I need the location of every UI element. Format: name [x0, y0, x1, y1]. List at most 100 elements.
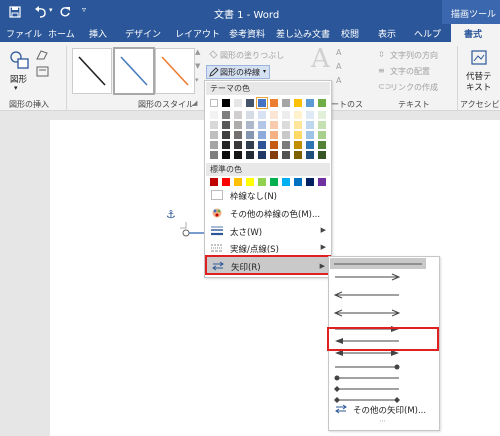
alt-text-icon[interactable] — [470, 49, 488, 67]
theme-shade-swatch[interactable] — [294, 111, 302, 119]
tab-review[interactable]: 校閲 — [341, 27, 359, 40]
standard-color-swatch[interactable] — [318, 178, 326, 186]
more-outline-colors-item[interactable]: その他の枠線の色(M)... — [206, 205, 330, 221]
theme-shade-swatch[interactable] — [222, 131, 230, 139]
theme-shade-swatch[interactable] — [306, 131, 314, 139]
gallery-down-icon[interactable]: ▼ — [195, 62, 200, 70]
gallery-more-icon[interactable]: ▾ — [195, 76, 199, 84]
align-text-button[interactable]: 文字の配置 — [390, 66, 430, 77]
resize-grip-icon[interactable]: ⋯ — [379, 417, 386, 425]
theme-shade-swatch[interactable] — [246, 151, 254, 159]
shapes-dropdown-icon[interactable]: ▾ — [14, 84, 18, 92]
no-outline-item[interactable]: 枠線なし(N) — [206, 187, 330, 203]
theme-shade-swatch[interactable] — [222, 141, 230, 149]
standard-color-swatch[interactable] — [222, 178, 230, 186]
theme-shade-swatch[interactable] — [282, 111, 290, 119]
theme-shade-swatch[interactable] — [306, 121, 314, 129]
style-swatch-black[interactable] — [72, 48, 112, 94]
theme-shade-swatch[interactable] — [318, 141, 326, 149]
theme-shade-swatch[interactable] — [282, 131, 290, 139]
arrow-option-diamond-start[interactable] — [334, 386, 399, 392]
tab-layout[interactable]: レイアウト — [175, 27, 220, 40]
tab-home[interactable]: ホーム — [48, 27, 75, 40]
standard-color-swatch[interactable] — [306, 178, 314, 186]
standard-color-swatch[interactable] — [294, 178, 302, 186]
theme-shade-swatch[interactable] — [294, 131, 302, 139]
theme-shade-swatch[interactable] — [306, 111, 314, 119]
theme-shade-swatch[interactable] — [246, 111, 254, 119]
theme-shade-swatch[interactable] — [282, 141, 290, 149]
theme-shade-swatch[interactable] — [258, 141, 266, 149]
redo-icon[interactable] — [59, 6, 71, 18]
theme-shade-swatch[interactable] — [318, 131, 326, 139]
theme-shade-swatch[interactable] — [270, 111, 278, 119]
theme-color-swatch[interactable] — [246, 99, 254, 107]
create-link-button[interactable]: リンクの作成 — [390, 82, 438, 93]
theme-shade-swatch[interactable] — [222, 121, 230, 129]
text-outline-icon[interactable]: A — [336, 62, 341, 71]
theme-shade-swatch[interactable] — [258, 121, 266, 129]
wordart-a-icon[interactable]: A — [311, 44, 330, 74]
theme-color-swatch[interactable] — [222, 99, 230, 107]
more-arrows-item[interactable]: その他の矢印(M)... — [353, 404, 426, 416]
theme-shade-swatch[interactable] — [282, 121, 290, 129]
theme-shade-swatch[interactable] — [222, 151, 230, 159]
theme-shade-swatch[interactable] — [210, 131, 218, 139]
shapes-button[interactable]: 図形 — [10, 73, 27, 85]
theme-shade-swatch[interactable] — [294, 141, 302, 149]
theme-color-swatch[interactable] — [256, 97, 268, 109]
theme-shade-swatch[interactable] — [222, 111, 230, 119]
arrow-option-none-highlighted[interactable] — [330, 258, 426, 269]
arrow-option-diamond-both[interactable] — [334, 397, 400, 403]
dialog-launcher-icon[interactable]: ◢ — [192, 99, 197, 107]
tab-mailings[interactable]: 差し込み文書 — [276, 27, 330, 40]
theme-shade-swatch[interactable] — [234, 141, 242, 149]
theme-shade-swatch[interactable] — [210, 111, 218, 119]
theme-shade-swatch[interactable] — [318, 151, 326, 159]
theme-shade-swatch[interactable] — [258, 151, 266, 159]
theme-color-swatch[interactable] — [318, 99, 326, 107]
theme-shade-swatch[interactable] — [306, 151, 314, 159]
theme-shade-swatch[interactable] — [258, 111, 266, 119]
tab-help[interactable]: ヘルプ — [414, 27, 441, 40]
theme-color-swatch[interactable] — [270, 99, 278, 107]
text-direction-button[interactable]: 文字列の方向 — [390, 50, 438, 61]
tab-insert[interactable]: 挿入 — [89, 27, 107, 40]
theme-shade-swatch[interactable] — [294, 121, 302, 129]
arrow-option-oval-start[interactable] — [334, 375, 400, 381]
tab-references[interactable]: 参考資料 — [229, 27, 265, 40]
arrow-option-both-open[interactable] — [333, 309, 401, 317]
save-icon[interactable] — [9, 6, 21, 18]
theme-shade-swatch[interactable] — [210, 121, 218, 129]
theme-shade-swatch[interactable] — [282, 151, 290, 159]
arrow-option-right-open[interactable] — [335, 273, 401, 281]
arrow-option-oval-end[interactable] — [335, 364, 400, 370]
theme-shade-swatch[interactable] — [306, 141, 314, 149]
theme-shade-swatch[interactable] — [318, 111, 326, 119]
shape-fill-button[interactable]: 図形の塗りつぶし — [220, 50, 284, 61]
theme-shade-swatch[interactable] — [258, 131, 266, 139]
theme-shade-swatch[interactable] — [270, 151, 278, 159]
tab-view[interactable]: 表示 — [378, 27, 396, 40]
gallery-up-icon[interactable]: ▲ — [195, 48, 200, 56]
theme-shade-swatch[interactable] — [210, 151, 218, 159]
theme-shade-swatch[interactable] — [270, 121, 278, 129]
arrows-item[interactable]: 矢印(R) ▶ — [205, 255, 331, 275]
tab-design[interactable]: デザイン — [125, 27, 161, 40]
theme-shade-swatch[interactable] — [234, 121, 242, 129]
text-fill-icon[interactable]: A — [336, 48, 341, 57]
theme-color-swatch[interactable] — [234, 99, 242, 107]
standard-color-swatch[interactable] — [234, 178, 242, 186]
theme-shade-swatch[interactable] — [294, 151, 302, 159]
edit-shape-icon[interactable] — [36, 49, 50, 61]
theme-color-swatch[interactable] — [306, 99, 314, 107]
weight-item[interactable]: 太さ(W) ▶ — [206, 223, 330, 239]
theme-shade-swatch[interactable] — [210, 141, 218, 149]
standard-color-swatch[interactable] — [270, 178, 278, 186]
customize-qat-icon[interactable]: ▿ — [82, 5, 86, 14]
undo-dropdown-icon[interactable]: ▾ — [49, 6, 53, 14]
style-swatch-orange[interactable] — [155, 48, 195, 94]
standard-color-swatch[interactable] — [210, 178, 218, 186]
theme-shade-swatch[interactable] — [318, 121, 326, 129]
dashes-item[interactable]: 実線/点線(S) ▶ — [206, 240, 330, 256]
